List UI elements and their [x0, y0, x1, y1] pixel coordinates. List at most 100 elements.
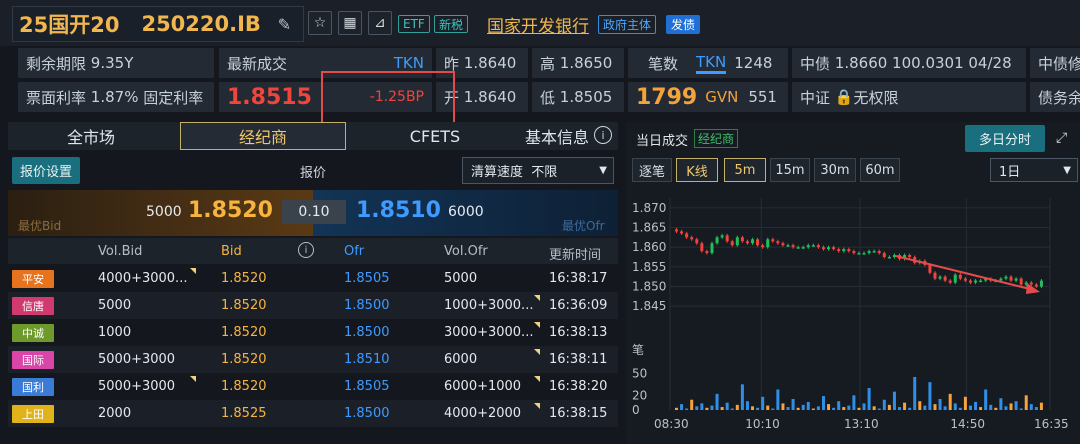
volume-bar — [953, 403, 957, 410]
vol-ofr-cell: 5000 — [444, 271, 478, 286]
candle-body — [791, 245, 795, 248]
info-icon[interactable]: i — [298, 242, 314, 258]
tab-15m[interactable]: 15m — [770, 158, 810, 182]
candle-body — [1034, 284, 1038, 287]
volume-bar — [735, 404, 739, 410]
candle-body — [740, 237, 744, 242]
candle-body — [700, 243, 704, 252]
tab-tick[interactable]: 逐笔 — [632, 158, 672, 182]
volume-bar — [968, 405, 972, 410]
low-cell: 低 1.8505 — [532, 82, 624, 112]
tag-issue: 发债 — [666, 15, 701, 34]
volume-bar — [730, 408, 734, 410]
volume-bar — [882, 399, 886, 410]
star-icon[interactable]: ☆ — [308, 11, 332, 35]
flag-mark — [534, 349, 540, 355]
tab-broker[interactable]: 经纪商 — [180, 122, 346, 150]
ofr-cell: 1.8505 — [344, 379, 390, 394]
candle-body — [953, 274, 957, 283]
candle-body — [887, 257, 891, 259]
time-cell: 16:38:20 — [549, 379, 608, 394]
volume-bar — [963, 396, 967, 410]
tab-5m[interactable]: 5m — [724, 158, 766, 182]
col-time: 更新时间 — [549, 248, 602, 263]
vol-ofr-cell: 1000+3000... — [444, 298, 534, 313]
candle-body — [680, 231, 684, 234]
volume-bar — [908, 407, 912, 410]
cut2-cell: 债务余 — [1030, 82, 1080, 112]
speed-select[interactable]: 清算速度 不限 ▼ — [462, 157, 614, 184]
high-cell: 高 1.8650 — [532, 48, 624, 78]
table-row[interactable]: 国利 5000+3000 1.8520 1.8505 6000+1000 16:38:20 — [8, 373, 618, 400]
volume-bar — [675, 407, 678, 410]
spread-box: 0.10 — [282, 200, 346, 224]
table-row[interactable]: 信唐 5000 1.8520 1.8500 1000+3000... 16:36:09 — [8, 292, 618, 319]
tab-30m[interactable]: 30m — [814, 158, 856, 182]
count-cell: 笔数 TKN 1248 — [628, 48, 788, 78]
candle-body — [1009, 276, 1013, 281]
bid-cell: 1.8525 — [221, 406, 267, 421]
vol-ofr-cell: 6000+1000 — [444, 379, 522, 394]
coupon-label: 票面利率 — [26, 88, 87, 107]
tab-kline[interactable]: K线 — [676, 158, 718, 182]
chart-icon[interactable]: ⊿ — [368, 11, 392, 35]
latest-source: TKN — [393, 54, 424, 72]
best-bid-price[interactable]: 1.8520 — [188, 198, 273, 223]
x-tick-label: 10:10 — [745, 417, 780, 431]
ofr-cell: 1.8510 — [344, 352, 390, 367]
candle-body — [720, 235, 724, 238]
cbond-cell: 中债 1.8660 100.0301 04/28 — [792, 48, 1026, 78]
candle-body — [1014, 278, 1018, 281]
kline-chart: 1.870 1.865 1.860 1.855 1.850 1.845 08:30 10:10… — [632, 198, 1069, 431]
table-row[interactable]: 上田 2000 1.8525 1.8500 4000+2000 16:38:15 — [8, 400, 618, 427]
pencil-icon[interactable]: ✎ — [278, 15, 291, 34]
time-cell: 16:38:15 — [549, 406, 608, 421]
period-select[interactable]: 1日 ▼ — [990, 158, 1078, 182]
candle-body — [862, 253, 866, 255]
count-label: 笔数 — [648, 54, 679, 73]
table-row[interactable]: 国际 5000+3000 1.8520 1.8510 6000 16:38:11 — [8, 346, 618, 373]
tag-tax: 新税 — [434, 15, 469, 33]
volume-bar — [827, 404, 831, 410]
issuer-link[interactable]: 国家开发银行 — [487, 12, 589, 37]
quote-settings-button[interactable]: 报价设置 — [12, 157, 80, 184]
csi-value: 无权限 — [853, 88, 899, 107]
bid-cell: 1.8520 — [221, 271, 267, 286]
vol-bid-cell: 5000 — [98, 298, 132, 313]
best-ofr-price[interactable]: 1.8510 — [356, 198, 441, 223]
volume-bar — [999, 398, 1003, 410]
x-tick-label: 16:35 — [1034, 417, 1069, 431]
volume-bar — [690, 399, 694, 410]
remaining-value: 9.35Y — [90, 54, 134, 72]
volume-bar — [751, 406, 755, 410]
basic-info-label[interactable]: 基本信息 — [524, 122, 590, 150]
volume-bar — [984, 389, 988, 410]
candle-body — [968, 280, 972, 283]
flag-mark — [534, 376, 540, 382]
table-row[interactable]: 中诚 1000 1.8520 1.8500 3000+3000... 16:38:13 — [8, 319, 618, 346]
table-row[interactable]: 平安 4000+3000... 1.8520 1.8505 5000 16:38:17 — [8, 265, 618, 292]
expand-icon[interactable]: ⤢ — [1056, 130, 1067, 146]
csi-cell: 中证 🔒 无权限 — [792, 82, 1026, 112]
trend-arrow-head — [1026, 283, 1040, 294]
tab-60m[interactable]: 60m — [860, 158, 900, 182]
volume-bar — [1009, 403, 1013, 410]
tab-cfets[interactable]: CFETS — [352, 122, 518, 150]
info-icon[interactable]: i — [594, 126, 612, 144]
flag-mark — [534, 295, 540, 301]
gvn-value: 551 — [748, 88, 777, 106]
y-tick-label: 1.850 — [632, 280, 666, 294]
candle-body — [933, 272, 937, 279]
y-tick-label: 1.845 — [632, 299, 666, 313]
high-label: 高 — [540, 54, 556, 73]
period-value: 1日 — [999, 164, 1021, 180]
quote-title: 报价 — [300, 166, 327, 181]
broker-badge: 平安 — [12, 270, 54, 288]
tab-all-market[interactable]: 全市场 — [8, 122, 174, 150]
candle-body — [1039, 280, 1043, 287]
volume-bar — [847, 405, 851, 410]
vol-bid-cell: 5000+3000 — [98, 352, 176, 367]
multi-day-button[interactable]: 多日分时 — [965, 125, 1045, 152]
latest-price: 1.8515 — [227, 84, 312, 110]
calculator-icon[interactable]: ▦ — [338, 11, 362, 35]
